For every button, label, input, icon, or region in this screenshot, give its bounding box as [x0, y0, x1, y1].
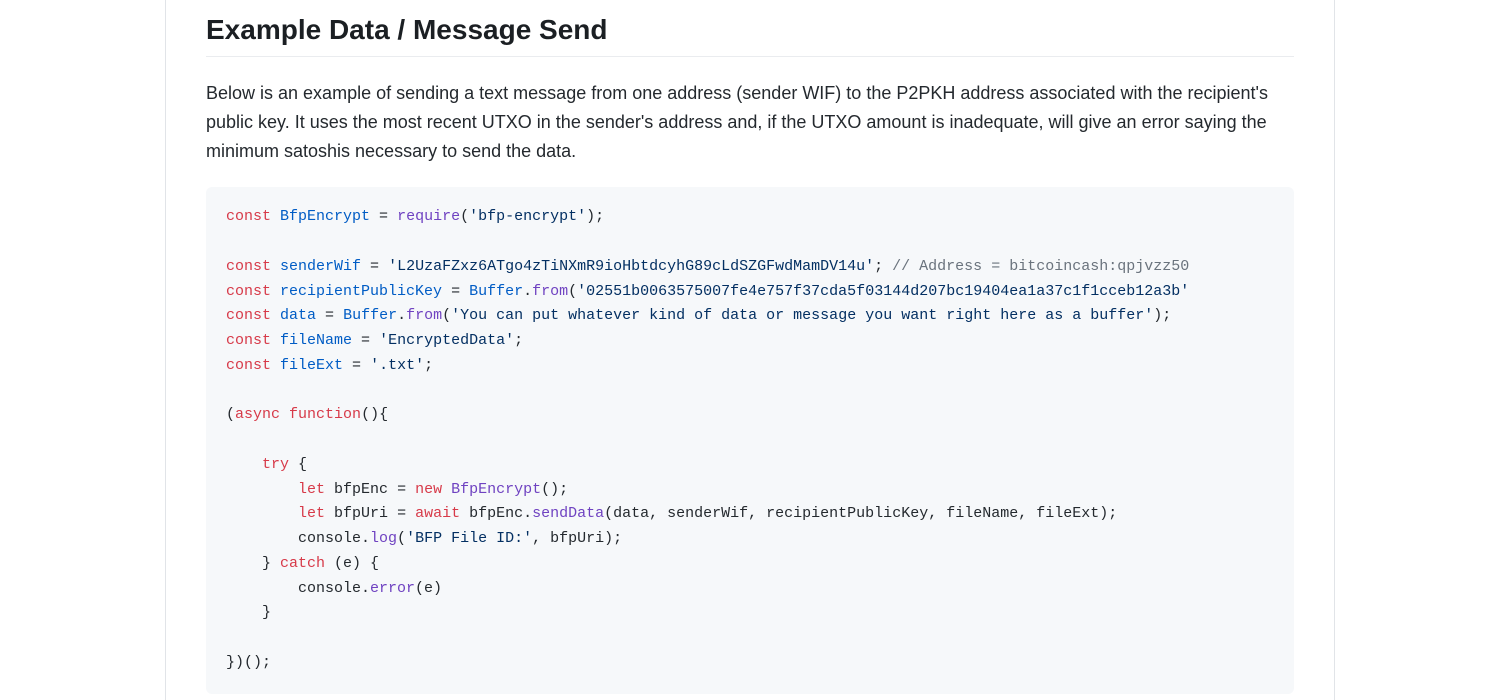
code-text: ; — [874, 258, 892, 275]
code-text: } — [262, 604, 271, 621]
code-text: . — [523, 283, 532, 300]
code-keyword: const — [226, 357, 271, 374]
code-text: ); — [586, 208, 604, 225]
code-keyword: const — [226, 283, 271, 300]
code-identifier: senderWif — [280, 258, 361, 275]
code-identifier: Buffer — [343, 307, 397, 324]
code-function: log — [370, 530, 397, 547]
code-keyword: let — [298, 481, 325, 498]
code-text: ( — [568, 283, 577, 300]
page: Example Data / Message Send Below is an … — [0, 0, 1500, 700]
section-heading: Example Data / Message Send — [206, 0, 1294, 57]
code-identifier: BfpEncrypt — [280, 208, 370, 225]
code-string: 'BFP File ID:' — [406, 530, 532, 547]
code-identifier: Buffer — [469, 283, 523, 300]
code-text: . — [397, 307, 406, 324]
code-keyword: const — [226, 307, 271, 324]
code-text: bfpEnc. — [469, 505, 532, 522]
code-text: console. — [298, 580, 370, 597]
code-function: from — [406, 307, 442, 324]
code-text: = — [397, 481, 415, 498]
code-string: 'bfp-encrypt' — [469, 208, 586, 225]
code-text: (e) — [415, 580, 442, 597]
code-function: require — [397, 208, 460, 225]
code-text: ( — [226, 406, 235, 423]
code-identifier: fileName — [280, 332, 352, 349]
code-text: ); — [1153, 307, 1171, 324]
code-text: ; — [514, 332, 523, 349]
code-text: ( — [397, 530, 406, 547]
code-block[interactable]: const BfpEncrypt = require('bfp-encrypt'… — [206, 187, 1294, 693]
code-text — [460, 505, 469, 522]
code-string: 'EncryptedData' — [379, 332, 514, 349]
code-text: (); — [541, 481, 568, 498]
code-text — [280, 406, 289, 423]
code-text: , bfpUri); — [532, 530, 622, 547]
code-text: = — [352, 332, 379, 349]
code-function: error — [370, 580, 415, 597]
code-text: } — [262, 555, 280, 572]
code-keyword: const — [226, 208, 271, 225]
code-text: { — [289, 456, 307, 473]
code-text: ( — [442, 307, 451, 324]
readme-container: Example Data / Message Send Below is an … — [165, 0, 1335, 700]
code-keyword: catch — [280, 555, 325, 572]
code-keyword: const — [226, 258, 271, 275]
code-text: = — [397, 505, 415, 522]
code-text — [325, 481, 334, 498]
code-text — [325, 505, 334, 522]
code-keyword: async — [235, 406, 280, 423]
code-text: = — [316, 307, 343, 324]
code-keyword: let — [298, 505, 325, 522]
code-text: })(); — [226, 654, 271, 671]
code-function: BfpEncrypt — [451, 481, 541, 498]
code-string: 'L2UzaFZxz6ATgo4zTiNXmR9ioHbtdcyhG89cLdS… — [388, 258, 874, 275]
code-string: '02551b0063575007fe4e757f37cda5f03144d20… — [577, 283, 1189, 300]
code-text: = — [370, 208, 397, 225]
code-comment: // Address = bitcoincash:qpjvzz50 — [892, 258, 1189, 275]
code-text: = — [442, 283, 469, 300]
code-text: (data, senderWif, recipientPublicKey, fi… — [604, 505, 1117, 522]
code-text — [442, 481, 451, 498]
code-text: = — [361, 258, 388, 275]
code-text: (){ — [361, 406, 388, 423]
code-keyword: new — [415, 481, 442, 498]
code-string: '.txt' — [370, 357, 424, 374]
code-string: 'You can put whatever kind of data or me… — [451, 307, 1153, 324]
code-keyword: await — [415, 505, 460, 522]
code-text: bfpUri — [334, 505, 397, 522]
code-identifier: fileExt — [280, 357, 343, 374]
code-keyword: const — [226, 332, 271, 349]
intro-paragraph: Below is an example of sending a text me… — [206, 79, 1294, 165]
code-keyword: try — [262, 456, 289, 473]
code-identifier: recipientPublicKey — [280, 283, 442, 300]
code-keyword: function — [289, 406, 361, 423]
code-text: ( — [460, 208, 469, 225]
code-function: from — [532, 283, 568, 300]
code-text: = — [343, 357, 370, 374]
code-identifier: data — [280, 307, 316, 324]
code-function: sendData — [532, 505, 604, 522]
code-text: ; — [424, 357, 433, 374]
code-text: bfpEnc — [334, 481, 397, 498]
code-text: console. — [298, 530, 370, 547]
code-text: (e) { — [325, 555, 379, 572]
